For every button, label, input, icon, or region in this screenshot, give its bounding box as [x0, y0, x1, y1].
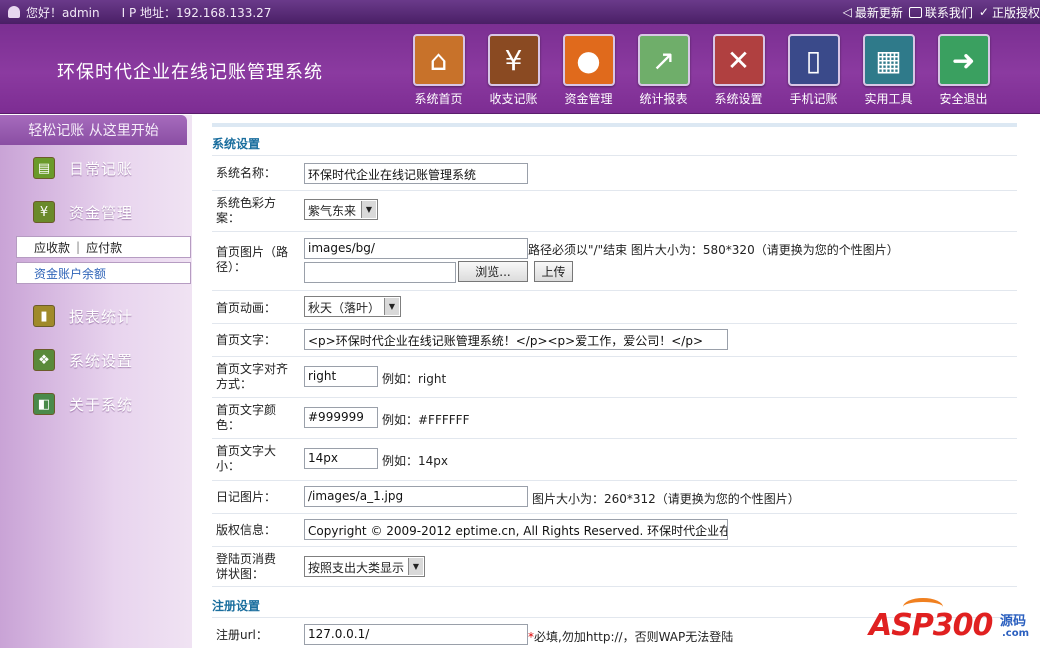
- speaker-icon: ◁: [842, 5, 852, 19]
- account-balance-link[interactable]: 资金账户余额: [34, 265, 106, 282]
- text-color-input[interactable]: #999999: [304, 407, 378, 428]
- header: 环保时代企业在线记账管理系统 ⌂ 系统首页 ¥ 收支记账 ● 资金管理 ↗ 统计报表 ✕ 系统设置…: [0, 24, 1040, 114]
- exit-icon: ➜: [937, 34, 990, 86]
- windows-icon: ❖: [33, 349, 55, 371]
- greeting-text: 您好！admin: [26, 5, 100, 20]
- register-url-hint: *必填,勿加http://，否则WAP无法登陆: [528, 630, 734, 644]
- row-text-color: 首页文字颜色： #999999 例如：#FFFFFF: [212, 398, 1017, 439]
- chevron-down-icon: ▼: [361, 201, 376, 218]
- row-text-size: 首页文字大小： 14px 例如：14px: [212, 439, 1017, 481]
- system-name-input[interactable]: 环保时代企业在线记账管理系统: [304, 163, 528, 184]
- top-links: ◁ 最新更新 联系我们 ✓ 正版授权: [843, 0, 1040, 24]
- sidebar: 轻松记账 从这里开始 ▤ 日常记账 ¥ 资金管理 应收款 | 应付款 资金账户余…: [0, 115, 192, 648]
- browse-button[interactable]: 浏览...: [458, 261, 528, 282]
- chevron-down-icon: ▼: [408, 558, 423, 575]
- row-pie-chart: 登陆页消费饼状图： 按照支出大类显示 ▼: [212, 547, 1017, 587]
- settings-panel: 系统设置 系统名称： 环保时代企业在线记账管理系统 系统色彩方案： 紫气东来 ▼…: [192, 115, 1040, 648]
- row-text-align: 首页文字对齐方式： right 例如：right: [212, 357, 1017, 398]
- sidebar-sub-receivables-payables: 应收款 | 应付款: [16, 236, 191, 258]
- latest-updates-link[interactable]: ◁ 最新更新: [843, 4, 903, 21]
- pie-chart-select[interactable]: 按照支出大类显示 ▼: [304, 556, 425, 577]
- app-title: 环保时代企业在线记账管理系统: [57, 62, 323, 83]
- asp300-watermark-logo: ASP300 源码 .com: [869, 598, 1040, 648]
- row-homepage-text: 首页文字： <p>环保时代企业在线记账管理系统！</p><p>爱工作，爱公司！<…: [212, 324, 1017, 357]
- user-icon: [8, 6, 20, 18]
- sidebar-heading: 轻松记账 从这里开始: [0, 115, 187, 145]
- calculator-icon: ▦: [862, 34, 915, 86]
- tools-icon: ✕: [712, 34, 765, 86]
- sidebar-item-fund-management[interactable]: ¥ 资金管理: [33, 201, 133, 223]
- row-color-scheme: 系统色彩方案： 紫气东来 ▼: [212, 191, 1017, 232]
- sidebar-item-system-settings[interactable]: ❖ 系统设置: [33, 349, 133, 371]
- coin-icon: ¥: [33, 201, 55, 223]
- receivables-link[interactable]: 应收款: [34, 239, 70, 256]
- text-align-input[interactable]: right: [304, 366, 378, 387]
- homepage-image-hint: 路径必须以"/"结束 图片大小为：580*320（请更换为您的个性图片）: [528, 243, 899, 257]
- homepage-image-path-input[interactable]: images/bg/: [304, 238, 528, 259]
- yen-ledger-icon: ¥: [487, 34, 540, 86]
- mail-icon: [908, 6, 922, 18]
- row-copyright: 版权信息： Copyright © 2009-2012 eptime.cn, A…: [212, 514, 1017, 547]
- nav-item-tools[interactable]: ✕ 系统设置: [701, 34, 776, 107]
- nav-item-chart[interactable]: ↗ 统计报表: [626, 34, 701, 107]
- sidebar-sub-account-balance: 资金账户余额: [16, 262, 191, 284]
- phone-icon: ▯: [787, 34, 840, 86]
- nav-item-piggy-bank[interactable]: ● 资金管理: [551, 34, 626, 107]
- top-bar: 您好！admin I P 地址：192.168.133.27 ◁ 最新更新 联系我…: [0, 0, 1040, 24]
- sidebar-item-about[interactable]: ◧ 关于系统: [33, 393, 133, 415]
- section-title-system-settings: 系统设置: [212, 137, 261, 151]
- main-nav: ⌂ 系统首页 ¥ 收支记账 ● 资金管理 ↗ 统计报表 ✕ 系统设置 ▯ 手机记账 ▦ 实用工具 ➜ 安全退出: [401, 34, 1001, 107]
- nav-item-exit[interactable]: ➜ 安全退出: [926, 34, 1001, 107]
- ip-address-text: I P 地址：192.168.133.27: [121, 5, 272, 20]
- book-icon: ▤: [33, 157, 55, 179]
- row-homepage-animation: 首页动画： 秋天（落叶） ▼: [212, 291, 1017, 324]
- check-icon: ✓: [978, 5, 989, 19]
- sidebar-item-daily-accounting[interactable]: ▤ 日常记账: [33, 157, 133, 179]
- file-upload-input[interactable]: [304, 262, 456, 283]
- diary-image-input[interactable]: /images/a_1.jpg: [304, 486, 528, 507]
- upload-button[interactable]: 上传: [534, 261, 573, 282]
- color-scheme-select[interactable]: 紫气东来 ▼: [304, 199, 378, 220]
- chart-icon: ↗: [637, 34, 690, 86]
- house-icon: ⌂: [412, 34, 465, 86]
- chevron-down-icon: ▼: [384, 298, 399, 315]
- nav-item-phone[interactable]: ▯ 手机记账: [776, 34, 851, 107]
- license-link[interactable]: ✓ 正版授权: [979, 4, 1040, 21]
- sidebar-item-reports[interactable]: ▮ 报表统计: [33, 305, 133, 327]
- row-system-name: 系统名称： 环保时代企业在线记账管理系统: [212, 156, 1017, 191]
- bar-chart-icon: ▮: [33, 305, 55, 327]
- homepage-text-input[interactable]: <p>环保时代企业在线记账管理系统！</p><p>爱工作，爱公司！</p>: [304, 329, 728, 350]
- register-url-input[interactable]: 127.0.0.1/: [304, 624, 528, 645]
- copyright-input[interactable]: Copyright © 2009-2012 eptime.cn, All Rig…: [304, 519, 728, 540]
- nav-item-yen-ledger[interactable]: ¥ 收支记账: [476, 34, 551, 107]
- nav-item-calculator[interactable]: ▦ 实用工具: [851, 34, 926, 107]
- section-title-registration: 注册设置: [212, 599, 261, 613]
- row-homepage-image: 首页图片（路径）： images/bg/ 路径必须以"/"结束 图片大小为：58…: [212, 232, 1017, 291]
- payables-link[interactable]: 应付款: [86, 239, 122, 256]
- contact-us-link[interactable]: 联系我们: [908, 4, 973, 21]
- homepage-animation-select[interactable]: 秋天（落叶） ▼: [304, 296, 401, 317]
- text-size-input[interactable]: 14px: [304, 448, 378, 469]
- door-icon: ◧: [33, 393, 55, 415]
- piggy-bank-icon: ●: [562, 34, 615, 86]
- row-diary-image: 日记图片： /images/a_1.jpg 图片大小为：260*312（请更换为…: [212, 481, 1017, 514]
- nav-item-house[interactable]: ⌂ 系统首页: [401, 34, 476, 107]
